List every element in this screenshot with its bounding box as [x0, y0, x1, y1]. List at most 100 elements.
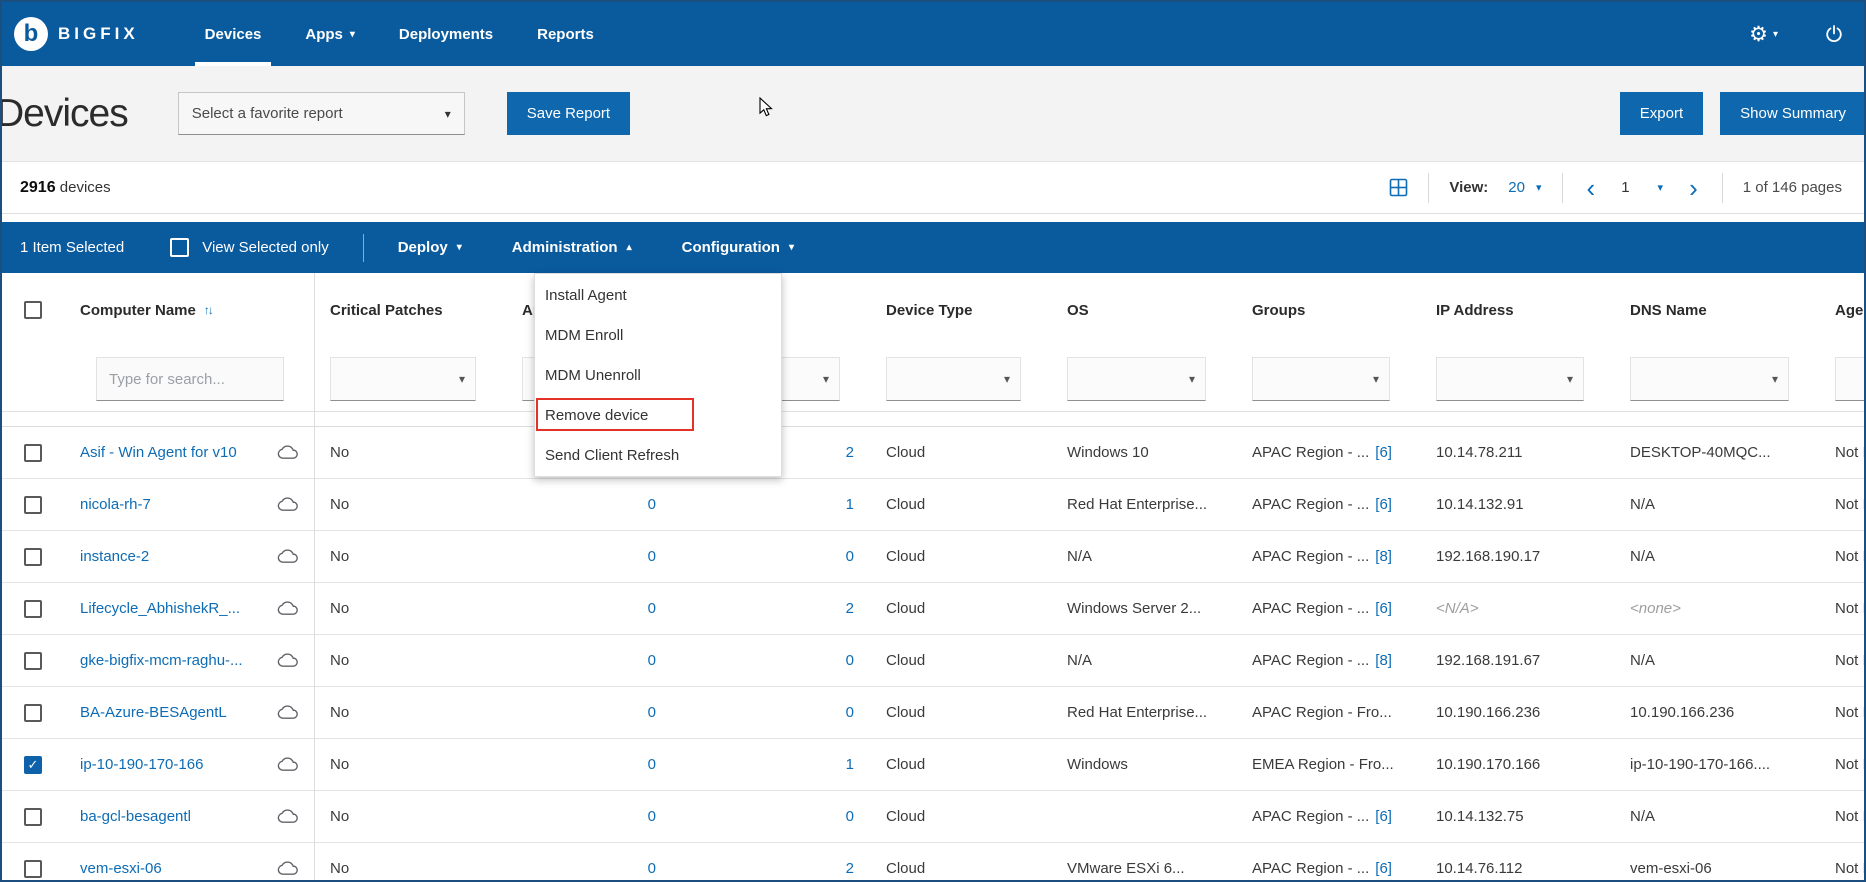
deployments-link[interactable]: 2: [846, 600, 854, 617]
table-scroll-band[interactable]: [2, 412, 1864, 427]
group-count-link[interactable]: [6]: [1375, 600, 1392, 617]
filter-dropdown-critical-patches[interactable]: ▾: [330, 357, 476, 401]
prev-page-button[interactable]: ‹: [1583, 175, 1600, 201]
device-name-link[interactable]: ip-10-190-170-166: [80, 756, 203, 773]
row-checkbox[interactable]: [24, 548, 42, 566]
export-button[interactable]: Export: [1620, 92, 1703, 135]
applicable-patches-link[interactable]: 0: [648, 860, 656, 877]
critical-patches-cell: No: [314, 652, 506, 669]
deployments-link[interactable]: 1: [846, 496, 854, 513]
row-checkbox[interactable]: [24, 756, 42, 774]
device-name-link[interactable]: instance-2: [80, 548, 149, 565]
menu-item-install-agent[interactable]: Install Agent: [535, 275, 781, 315]
menu-item-remove-device[interactable]: Remove device: [535, 395, 781, 435]
row-checkbox[interactable]: [24, 860, 42, 878]
nav-item-label: Apps: [305, 26, 343, 43]
group-name: APAC Region - ...: [1252, 808, 1369, 825]
menu-item-mdm-enroll[interactable]: MDM Enroll: [535, 315, 781, 355]
groups-cell: APAC Region - Fro...: [1236, 704, 1420, 721]
device-name-link[interactable]: Asif - Win Agent for v10: [80, 444, 237, 461]
action-menu-deploy[interactable]: Deploy▾: [398, 239, 462, 256]
page-info: 1 of 146 pages: [1743, 179, 1842, 196]
bigfix-brand[interactable]: b BIGFIX: [14, 17, 139, 51]
menu-item-label: Install Agent: [545, 287, 627, 304]
row-checkbox[interactable]: [24, 600, 42, 618]
device-type-cell: Cloud: [870, 652, 1051, 669]
brand-name: BIGFIX: [58, 24, 139, 44]
power-logout-icon[interactable]: [1824, 24, 1844, 44]
nav-item-deployments[interactable]: Deployments: [377, 2, 515, 66]
deployments-link[interactable]: 2: [846, 444, 854, 461]
group-name: APAC Region - ...: [1252, 548, 1369, 565]
next-page-button[interactable]: ›: [1685, 175, 1702, 201]
action-menu-administration[interactable]: Administration▴: [512, 239, 632, 256]
row-checkbox[interactable]: [24, 444, 42, 462]
deployments-link[interactable]: 0: [846, 548, 854, 565]
page-size-select[interactable]: 20 ▾: [1508, 179, 1541, 196]
menu-item-mdm-unenroll[interactable]: MDM Unenroll: [535, 355, 781, 395]
device-name-link[interactable]: Lifecycle_AbhishekR_...: [80, 600, 240, 617]
chevron-down-icon: ▾: [1567, 372, 1573, 386]
device-name-link[interactable]: vem-esxi-06: [80, 860, 162, 877]
deployments-link[interactable]: 0: [846, 652, 854, 669]
device-name-link[interactable]: gke-bigfix-mcm-raghu-...: [80, 652, 243, 669]
select-all-checkbox[interactable]: [24, 301, 42, 319]
applicable-patches-link[interactable]: 0: [648, 652, 656, 669]
save-report-button[interactable]: Save Report: [507, 92, 630, 135]
deployments-cell: 2: [672, 600, 870, 617]
deployments-link[interactable]: 0: [846, 808, 854, 825]
row-checkbox[interactable]: [24, 652, 42, 670]
ip-address-cell: 10.190.166.236: [1420, 704, 1614, 721]
group-count-link[interactable]: [8]: [1375, 652, 1392, 669]
chevron-down-icon: ▾: [1536, 181, 1542, 194]
group-count-link[interactable]: [8]: [1375, 548, 1392, 565]
row-checkbox[interactable]: [24, 704, 42, 722]
menu-item-label: Send Client Refresh: [545, 447, 679, 464]
row-checkbox-cell: [2, 704, 64, 722]
group-count-link[interactable]: [6]: [1375, 496, 1392, 513]
group-count-link[interactable]: [6]: [1375, 860, 1392, 877]
filter-dropdown-groups[interactable]: ▾: [1252, 357, 1390, 401]
filter-dropdown-os[interactable]: ▾: [1067, 357, 1206, 401]
applicable-patches-link[interactable]: 0: [648, 548, 656, 565]
row-checkbox[interactable]: [24, 808, 42, 826]
nav-item-apps[interactable]: Apps▾: [283, 2, 377, 66]
applicable-patches-link[interactable]: 0: [648, 808, 656, 825]
show-summary-button[interactable]: Show Summary: [1720, 92, 1866, 135]
computer-name-search-input[interactable]: [96, 357, 284, 401]
chevron-down-icon: ▾: [789, 242, 794, 253]
device-name-link[interactable]: ba-gcl-besagentl: [80, 808, 191, 825]
nav-item-devices[interactable]: Devices: [183, 2, 284, 66]
table-row: Asif - Win Agent for v10No2CloudWindows …: [2, 427, 1864, 479]
filter-dropdown-ip-address[interactable]: ▾: [1436, 357, 1584, 401]
deployments-link[interactable]: 2: [846, 860, 854, 877]
deployments-link[interactable]: 0: [846, 704, 854, 721]
action-menu-configuration[interactable]: Configuration▾: [682, 239, 794, 256]
page-number-select[interactable]: 1 ▾: [1621, 179, 1663, 196]
menu-item-send-client-refresh[interactable]: Send Client Refresh: [535, 435, 781, 475]
row-checkbox[interactable]: [24, 496, 42, 514]
device-name-link[interactable]: nicola-rh-7: [80, 496, 151, 513]
row-checkbox-cell: [2, 444, 64, 462]
applicable-patches-link[interactable]: 0: [648, 704, 656, 721]
view-selected-only-checkbox[interactable]: View Selected only: [170, 238, 328, 257]
applicable-patches-cell: 0: [506, 808, 672, 825]
filter-dropdown-device-type[interactable]: ▾: [886, 357, 1021, 401]
summary-grid-icon[interactable]: [1389, 178, 1408, 197]
device-name-link[interactable]: BA-Azure-BESAgentL: [80, 704, 227, 721]
applicable-patches-link[interactable]: 0: [648, 756, 656, 773]
applicable-patches-link[interactable]: 0: [648, 496, 656, 513]
agent-status-cell: Not Installed: [1819, 704, 1866, 721]
applicable-patches-link[interactable]: 0: [648, 600, 656, 617]
groups-cell: APAC Region - ...[8]: [1236, 652, 1420, 669]
settings-gear-icon[interactable]: ⚙▾: [1749, 22, 1778, 47]
sort-icon[interactable]: ↑↓: [204, 303, 212, 317]
deployments-link[interactable]: 1: [846, 756, 854, 773]
filter-dropdown-agent-status[interactable]: ▾: [1835, 357, 1866, 401]
favorite-report-select[interactable]: Select a favorite report ▾: [178, 92, 465, 135]
group-count-link[interactable]: [6]: [1375, 444, 1392, 461]
filter-dropdown-dns-name[interactable]: ▾: [1630, 357, 1789, 401]
agent-status-cell: Not Installed: [1819, 548, 1866, 565]
nav-item-reports[interactable]: Reports: [515, 2, 616, 66]
group-count-link[interactable]: [6]: [1375, 808, 1392, 825]
